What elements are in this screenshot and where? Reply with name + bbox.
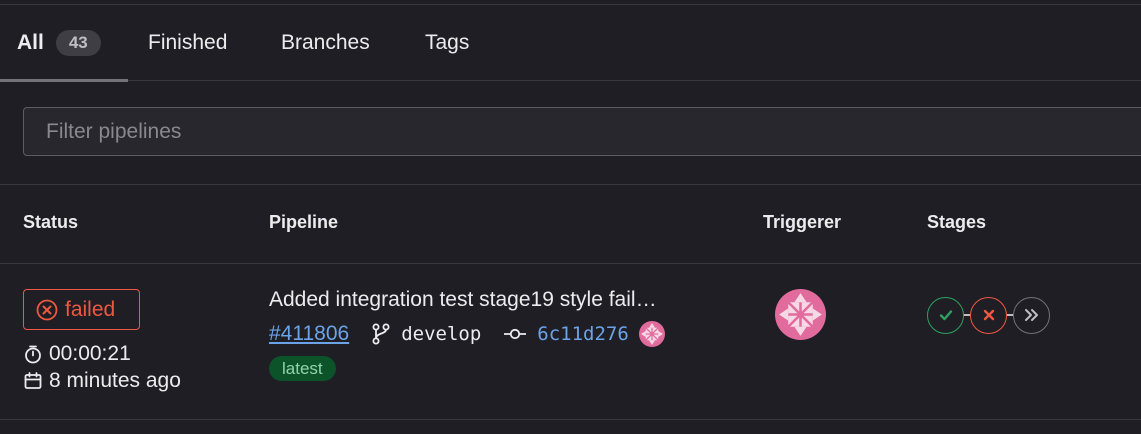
tab-finished[interactable]: Finished: [148, 5, 227, 80]
filter-pipelines-input[interactable]: [24, 108, 1141, 155]
duration-text: 00:00:21: [49, 342, 131, 365]
latest-badge: latest: [269, 356, 336, 381]
tab-all-label: All: [17, 30, 44, 54]
pipeline-stages: [927, 296, 1050, 334]
chevron-double-right-icon: [1024, 309, 1038, 321]
timer-icon: [25, 345, 41, 364]
check-icon: [939, 310, 952, 321]
tab-tags-label: Tags: [425, 30, 470, 54]
commit-title-link[interactable]: Added integration test stage19 style fai…: [269, 288, 657, 312]
divider: [0, 263, 1141, 264]
branch-name-link[interactable]: develop: [401, 323, 481, 345]
tab-finished-label: Finished: [148, 30, 228, 54]
calendar-icon: [24, 372, 42, 389]
pipeline-duration: 00:00:21: [23, 342, 131, 366]
column-header-stages: Stages: [927, 212, 987, 232]
finished-ago-text: 8 minutes ago: [49, 369, 181, 392]
divider: [0, 184, 1141, 185]
column-header-status: Status: [23, 212, 79, 232]
status-label: failed: [65, 297, 116, 321]
tab-all[interactable]: All 43: [17, 5, 101, 80]
active-tab-indicator: [0, 79, 128, 82]
status-failed-icon: [36, 299, 58, 320]
filter-pipelines-box[interactable]: [23, 107, 1141, 156]
divider: [0, 419, 1141, 420]
tab-branches-label: Branches: [281, 30, 370, 54]
column-header-pipeline: Pipeline: [269, 212, 339, 232]
pipeline-finished-time: 8 minutes ago: [23, 369, 181, 393]
commit-icon: [504, 328, 527, 340]
triggerer-avatar[interactable]: [775, 289, 826, 340]
tab-tags[interactable]: Tags: [425, 5, 469, 80]
pipeline-tabs: All 43 Finished Branches Tags: [0, 5, 1141, 82]
column-header-triggerer: Triggerer: [763, 212, 842, 232]
branch-icon: [372, 323, 390, 345]
pipeline-refs: #411806 develop 6c11d276: [269, 320, 665, 348]
status-badge-failed[interactable]: failed: [23, 289, 140, 330]
stage-failed[interactable]: [970, 296, 1007, 334]
tab-all-count-badge: 43: [55, 29, 101, 56]
stage-success[interactable]: [927, 296, 964, 334]
commit-author-avatar[interactable]: [638, 321, 665, 347]
pipeline-id-link[interactable]: #411806: [269, 322, 349, 346]
stage-more[interactable]: [1013, 296, 1050, 334]
tab-branches[interactable]: Branches: [281, 5, 370, 80]
close-icon: [983, 309, 994, 321]
commit-sha-link[interactable]: 6c11d276: [537, 323, 629, 345]
